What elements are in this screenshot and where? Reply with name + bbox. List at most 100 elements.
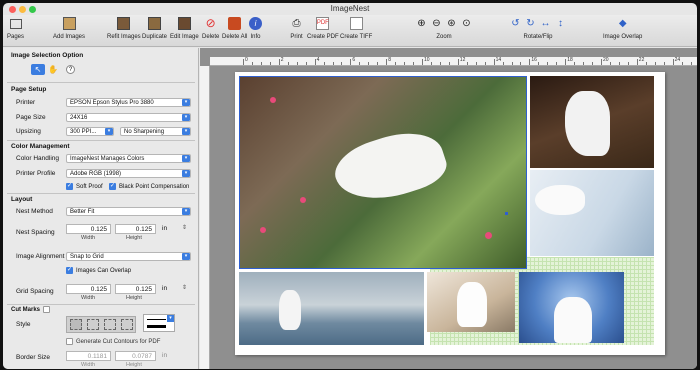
ruler-tick	[645, 62, 647, 65]
color-handling-select[interactable]: ImageNest Manages Colors ▾	[66, 154, 191, 163]
style-option-icon[interactable]	[120, 319, 133, 330]
photo-bride-walkway[interactable]	[239, 76, 527, 269]
soft-proof-checkbox[interactable]: ✓ Soft Proof	[66, 183, 103, 190]
photo-dress-shape	[565, 91, 610, 156]
ruler-number: 0	[245, 57, 248, 63]
photo-bride-smiling[interactable]	[427, 272, 515, 332]
help-icon[interactable]: ?	[66, 65, 75, 74]
layout-canvas[interactable]: 0 2 4 6 8 10 12 14 16 18 20 22 24	[200, 48, 697, 369]
color-handling-value: ImageNest Manages Colors	[70, 156, 145, 162]
print-page[interactable]	[235, 72, 665, 355]
ruler-tick	[251, 62, 253, 65]
rotate-right-icon[interactable]: ↻	[524, 17, 537, 30]
style-option-icon[interactable]	[69, 319, 82, 330]
nest-spacing-height-input[interactable]: 0.125	[115, 224, 156, 234]
line-style-select[interactable]: ▾	[143, 314, 175, 332]
photo-bride-dark[interactable]	[530, 76, 654, 168]
photo-bride-blue[interactable]	[519, 272, 624, 343]
ruler-tick	[592, 62, 594, 65]
ruler-number: 18	[567, 57, 573, 63]
zoom-group: ⊕ ⊖ ⊛ ⊙ Zoom	[415, 17, 473, 41]
print-button[interactable]: ⎙ Print	[290, 17, 303, 41]
minimize-window-button[interactable]	[19, 6, 26, 13]
flip-horizontal-icon[interactable]: ↔	[539, 17, 552, 30]
color-management-heading: Color Management	[11, 143, 70, 150]
delete-all-button[interactable]: Delete All	[222, 17, 247, 41]
ruler-number: 12	[459, 57, 466, 63]
border-size-height-input[interactable]: 0.0787	[115, 351, 156, 361]
ruler-tick	[672, 59, 674, 65]
ruler-tick	[663, 62, 665, 65]
add-images-button[interactable]: Add Images	[53, 17, 85, 41]
flip-vertical-icon[interactable]: ↕	[554, 17, 567, 30]
ruler-tick	[547, 62, 549, 65]
upsizing-select[interactable]: 300 PPI... ▾	[66, 127, 114, 136]
create-pdf-button[interactable]: PDF Create PDF	[307, 17, 339, 41]
duplicate-icon	[148, 17, 161, 30]
nest-method-value: Better Fit	[70, 209, 95, 215]
cut-marks-checkbox[interactable]: Cut Marks	[11, 306, 53, 313]
delete-button[interactable]: ⊘ Delete	[202, 17, 219, 41]
edit-image-icon	[177, 17, 191, 30]
chevron-down-icon: ▾	[182, 208, 190, 215]
zoom-fit-icon[interactable]: ⊛	[445, 17, 458, 30]
generate-cut-contours-checkbox[interactable]: Generate Cut Contours for PDF	[66, 338, 160, 345]
ruler-tick	[359, 62, 361, 65]
photo-dress-shape	[535, 185, 585, 215]
ruler-number: 24	[674, 57, 681, 63]
sharpening-select[interactable]: No Sharpening ▾	[120, 127, 191, 136]
image-selection-heading: Image Selection Option	[11, 52, 84, 59]
checkbox-icon	[66, 338, 73, 345]
close-window-button[interactable]	[9, 6, 16, 13]
photo-dress-shape	[457, 282, 487, 327]
style-option-icon[interactable]	[103, 319, 116, 330]
black-point-checkbox[interactable]: ✓ Black Point Compensation	[109, 183, 189, 190]
zoom-window-button[interactable]	[29, 6, 36, 13]
image-alignment-select[interactable]: Snap to Grid ▾	[66, 252, 191, 261]
selection-handle[interactable]	[505, 212, 508, 215]
ruler-tick	[466, 62, 468, 65]
photo-bride-leaning[interactable]	[530, 170, 654, 256]
zoom-in-icon[interactable]: ⊕	[415, 17, 428, 30]
ruler-tick	[475, 62, 477, 65]
grid-spacing-width-input[interactable]: 0.125	[66, 284, 111, 294]
create-tiff-button[interactable]: Create TIFF	[340, 17, 372, 41]
images-can-overlap-checkbox[interactable]: ✓ Images Can Overlap	[66, 267, 131, 274]
ruler-tick	[448, 62, 450, 65]
refit-images-button[interactable]: Refit Images	[107, 17, 141, 41]
edit-image-button[interactable]: Edit Image	[170, 17, 199, 41]
zoom-actual-icon[interactable]: ⊙	[460, 17, 473, 30]
ruler-tick	[287, 62, 289, 65]
duplicate-button[interactable]: Duplicate	[142, 17, 167, 41]
pages-button[interactable]: Pages	[7, 17, 24, 41]
ruler-tick	[243, 59, 244, 65]
window-title: ImageNest	[330, 4, 370, 13]
border-size-width-input[interactable]: 0.1181	[66, 351, 111, 361]
rotate-left-icon[interactable]: ↺	[509, 17, 522, 30]
nest-spacing-width-input[interactable]: 0.125	[66, 224, 111, 234]
printer-select[interactable]: EPSON Epson Stylus Pro 3880 ▾	[66, 98, 191, 107]
zoom-out-icon[interactable]: ⊖	[430, 17, 443, 30]
printer-profile-select[interactable]: Adobe RGB (1998) ▾	[66, 169, 191, 178]
page-size-label: Page Size	[16, 114, 46, 121]
info-button[interactable]: i Info	[249, 17, 262, 41]
edit-image-label: Edit Image	[170, 34, 199, 40]
refit-images-label: Refit Images	[107, 34, 141, 40]
ruler-tick	[574, 62, 576, 65]
nest-method-select[interactable]: Better Fit ▾	[66, 207, 191, 216]
photo-bride-beach[interactable]	[239, 272, 424, 345]
ruler-tick	[529, 59, 531, 65]
ruler-tick	[323, 62, 325, 65]
unit-label: in	[162, 352, 168, 359]
ruler-tick	[609, 62, 611, 65]
page-size-select[interactable]: 24X16 ▾	[66, 113, 191, 122]
create-pdf-label: Create PDF	[307, 34, 339, 40]
image-overlap-button[interactable]: ◆ Image Overlap	[603, 17, 642, 41]
grid-spacing-height-input[interactable]: 0.125	[115, 284, 156, 294]
arrow-select-icon[interactable]: ↖	[31, 64, 45, 75]
style-option-icon[interactable]	[86, 319, 99, 330]
cut-mark-style-picker[interactable]	[66, 316, 136, 333]
hand-tool-icon[interactable]: ✋	[47, 64, 59, 75]
unit-stepper-icon[interactable]: ⇕	[182, 284, 187, 291]
unit-stepper-icon[interactable]: ⇕	[182, 224, 187, 231]
